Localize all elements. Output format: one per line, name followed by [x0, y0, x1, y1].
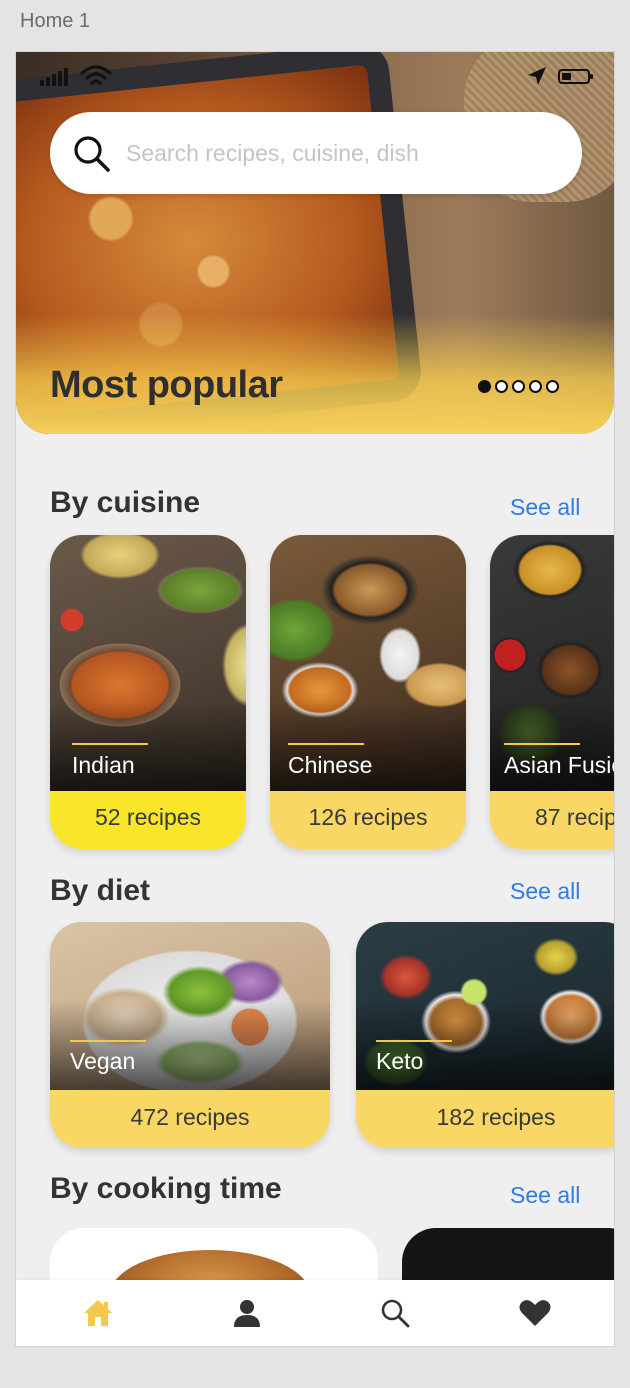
diet-name: Keto — [376, 1048, 424, 1074]
carousel-dot[interactable] — [495, 380, 508, 393]
search-icon — [381, 1299, 410, 1328]
tab-favorites[interactable] — [517, 1296, 553, 1330]
status-bar — [16, 52, 614, 96]
home-icon — [84, 1300, 112, 1326]
see-all-cuisine-link[interactable]: See all — [510, 494, 580, 521]
diet-card-vegan[interactable]: Vegan 472 recipes — [50, 922, 330, 1148]
carousel-dot[interactable] — [512, 380, 525, 393]
recipe-count: 472 recipes — [130, 1104, 250, 1130]
location-arrow-icon — [528, 67, 546, 85]
hero-banner[interactable]: Most popular — [16, 52, 614, 434]
hero-title: Most popular — [50, 364, 283, 406]
recipe-count: 182 recipes — [436, 1104, 556, 1130]
diet-card-keto[interactable]: Keto 182 recipes — [356, 922, 614, 1148]
heart-icon — [519, 1300, 551, 1326]
profile-icon — [234, 1300, 260, 1327]
artboard-label: Home 1 — [20, 10, 91, 32]
tab-home[interactable] — [80, 1296, 116, 1330]
bottom-tab-bar — [16, 1280, 614, 1346]
cuisine-name: Asian Fusion — [504, 752, 614, 778]
section-title-cuisine: By cuisine — [50, 486, 201, 519]
search-icon — [74, 136, 110, 172]
see-all-diet-link[interactable]: See all — [510, 878, 580, 905]
cuisine-card-chinese[interactable]: Chinese 126 recipes — [270, 535, 466, 849]
carousel-dot[interactable] — [478, 380, 491, 393]
cuisine-name: Chinese — [288, 752, 373, 778]
diet-name: Vegan — [70, 1048, 136, 1074]
wifi-icon — [80, 65, 112, 85]
tab-search[interactable] — [377, 1296, 413, 1330]
recipe-count: 87 recipes — [534, 804, 614, 830]
cuisine-card-asian-fusion[interactable]: Asian Fusion 87 recipes — [490, 535, 614, 849]
recipe-count: 52 recipes — [94, 804, 202, 830]
search-input[interactable] — [126, 132, 556, 174]
carousel-indicator[interactable] — [478, 380, 559, 393]
cellular-signal-icon — [40, 68, 68, 86]
cuisine-name: Indian — [72, 752, 135, 778]
carousel-dot[interactable] — [529, 380, 542, 393]
cuisine-card-indian[interactable]: Indian 52 recipes — [50, 535, 246, 849]
battery-icon — [558, 69, 593, 84]
see-all-cooking-time-link[interactable]: See all — [510, 1182, 580, 1209]
phone-screen: Most popular By cuisine See all Indian 5… — [16, 52, 614, 1346]
section-title-cooking-time: By cooking time — [50, 1172, 282, 1205]
search-bar[interactable] — [50, 112, 582, 194]
recipe-count: 126 recipes — [308, 804, 428, 830]
carousel-dot[interactable] — [546, 380, 559, 393]
section-title-diet: By diet — [50, 874, 151, 907]
tab-profile[interactable] — [229, 1296, 265, 1330]
